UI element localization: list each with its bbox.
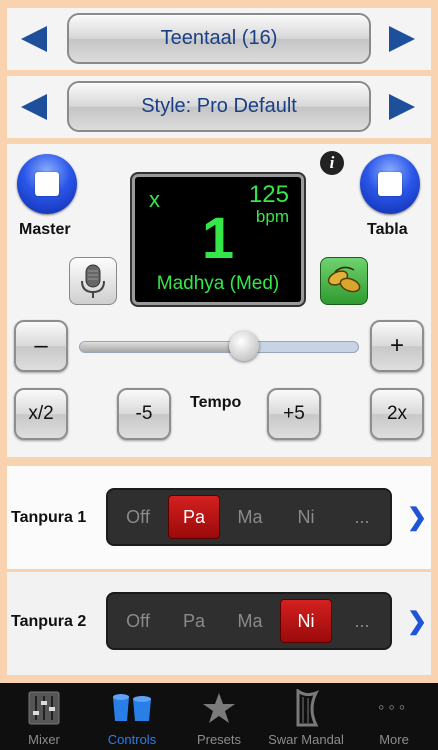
tanpura1-option[interactable]: Off — [112, 495, 164, 539]
tanpura2-segmented-control: Off Pa Ma Ni... — [106, 592, 392, 650]
tempo-plus5-button[interactable]: +5 — [267, 388, 321, 440]
tempo-slider[interactable] — [79, 341, 359, 353]
tap-tempo-mic-button[interactable] — [69, 257, 117, 305]
beat-number: 1 — [201, 206, 235, 271]
beat-display: x 125 bpm 1 Madhya (Med) — [132, 174, 304, 305]
tab-controls[interactable]: Controls — [88, 683, 176, 750]
style-selector-button[interactable]: Style: Pro Default — [67, 81, 371, 132]
microphone-icon — [81, 264, 105, 298]
tanpura2-option[interactable]: Off — [112, 599, 164, 643]
master-label: Master — [19, 221, 71, 238]
tab-label: More — [379, 732, 409, 747]
tab-swar-mandal[interactable]: Swar Mandal — [262, 683, 350, 750]
tanpura1-option[interactable]: Ni — [280, 495, 332, 539]
tanpura1-option[interactable]: ... — [336, 495, 388, 539]
info-icon[interactable]: i — [320, 151, 344, 175]
tempo-half-button[interactable]: x/2 — [14, 388, 68, 440]
previous-taal-arrow[interactable] — [21, 26, 47, 52]
tab-bar: Mixer Controls Presets Swar Mandal ◦◦◦ M… — [0, 683, 438, 750]
tanpura1-option[interactable]: Ma — [224, 495, 276, 539]
tempo-minus5-button[interactable]: -5 — [117, 388, 171, 440]
tempo-label: Tempo — [190, 394, 242, 411]
tabla-stop-button[interactable] — [360, 154, 420, 214]
tanpura1-label: Tanpura 1 — [11, 509, 87, 526]
tanpura1-segmented-control: Off Pa Ma Ni... — [106, 488, 392, 546]
tanpura2-option[interactable]: Ma — [224, 599, 276, 643]
tanpura1-disclosure-icon[interactable]: ❯ — [407, 503, 427, 532]
tanpura2-label: Tanpura 2 — [11, 613, 87, 630]
stop-icon — [35, 172, 59, 196]
tab-label: Swar Mandal — [268, 732, 344, 747]
tanpura1-option[interactable]: Pa — [168, 495, 220, 539]
tabla-drums-icon — [113, 694, 151, 721]
tempo-double-button[interactable]: 2x — [370, 388, 424, 440]
mixer-icon — [28, 691, 60, 725]
tab-label: Controls — [107, 732, 157, 747]
star-icon — [203, 693, 235, 723]
instrument-button[interactable] — [320, 257, 368, 305]
tanpura2-option[interactable]: ... — [336, 599, 388, 643]
tab-more[interactable]: ◦◦◦ More — [350, 683, 438, 750]
harp-icon — [296, 689, 320, 727]
tempo-increase-button[interactable]: + — [370, 320, 424, 372]
tanpura2-option[interactable]: Pa — [168, 599, 220, 643]
tempo-decrease-button[interactable]: – — [14, 320, 68, 372]
tanpura2-disclosure-icon[interactable]: ❯ — [407, 607, 427, 636]
previous-style-arrow[interactable] — [21, 94, 47, 120]
manjira-cymbals-icon — [327, 266, 361, 293]
tab-label: Presets — [196, 732, 242, 747]
tanpura2-option[interactable]: Ni — [280, 599, 332, 643]
tabla-label: Tabla — [367, 221, 408, 238]
next-style-arrow[interactable] — [389, 94, 415, 120]
taal-selector-button[interactable]: Teentaal (16) — [67, 13, 371, 64]
stop-icon — [378, 172, 402, 196]
laya-label: Madhya (Med) — [156, 273, 280, 294]
more-dots-icon: ◦◦◦ — [378, 697, 410, 717]
next-taal-arrow[interactable] — [389, 26, 415, 52]
tempo-slider-fill — [80, 342, 245, 352]
tab-mixer[interactable]: Mixer — [0, 683, 88, 750]
master-stop-button[interactable] — [17, 154, 77, 214]
tab-presets[interactable]: Presets — [176, 683, 262, 750]
tab-label: Mixer — [28, 732, 60, 747]
tempo-slider-thumb[interactable] — [229, 331, 260, 361]
